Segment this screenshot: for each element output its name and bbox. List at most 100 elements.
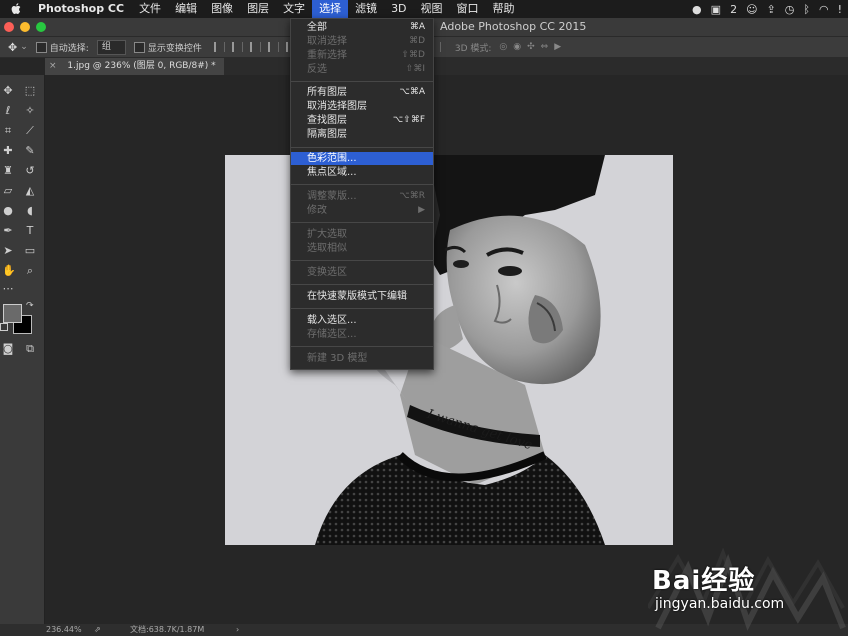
quick-mask-icon[interactable]: ◙	[2, 343, 14, 355]
type-tool-icon[interactable]: T	[24, 225, 36, 237]
menu-item-shortcut: ⌥⌘R	[399, 191, 425, 201]
menu-item-label: 修改	[307, 205, 327, 216]
wifi-icon[interactable]: ◠	[819, 3, 829, 16]
menu-item-quick-mask[interactable]: 在快速蒙版模式下编辑	[291, 290, 433, 303]
menu-filter[interactable]: 滤镜	[348, 0, 384, 18]
more-icon[interactable]: !	[838, 3, 842, 16]
close-window-button[interactable]	[4, 22, 14, 32]
menu-layer[interactable]: 图层	[240, 0, 276, 18]
3d-rotate-icon[interactable]: ◎	[499, 42, 507, 52]
align-left-icon[interactable]	[267, 42, 279, 52]
clone-stamp-tool-icon[interactable]: ♜	[2, 165, 14, 177]
move-tool-icon[interactable]: ✥	[2, 85, 14, 97]
healing-brush-tool-icon[interactable]: ✚	[2, 145, 14, 157]
menu-item-deselect-layers[interactable]: 取消选择图层	[291, 100, 433, 113]
menu-item-label: 在快速蒙版模式下编辑	[307, 291, 407, 302]
menu-item-label: 扩大选取	[307, 229, 347, 240]
menu-type[interactable]: 文字	[276, 0, 312, 18]
menu-file[interactable]: 文件	[132, 0, 168, 18]
more-tools-icon[interactable]: ⋯	[2, 283, 14, 295]
paint-bucket-tool-icon[interactable]: ◭	[24, 185, 36, 197]
lasso-tool-icon[interactable]: ℓ	[2, 105, 14, 117]
menu-view[interactable]: 视图	[414, 0, 450, 18]
menu-select[interactable]: 选择	[312, 0, 349, 18]
magic-wand-tool-icon[interactable]: ✧	[24, 105, 36, 117]
menu-item-refine-mask[interactable]: 调整蒙版... ⌥⌘R	[291, 190, 433, 203]
menu-item-label: 调整蒙版...	[307, 191, 357, 202]
time-machine-icon[interactable]: ◷	[785, 3, 795, 16]
auto-select-dropdown[interactable]: 组	[96, 39, 126, 55]
path-selection-tool-icon[interactable]: ➤	[2, 245, 14, 257]
menu-item-modify[interactable]: 修改 ▶	[291, 204, 433, 217]
move-tool-preset[interactable]: ✥ ⌄	[8, 41, 28, 54]
close-tab-icon[interactable]: ×	[49, 61, 57, 71]
menu-window[interactable]: 窗口	[450, 0, 486, 18]
bluetooth-icon[interactable]: ᛒ	[803, 3, 810, 16]
menu-item-save-selection[interactable]: 存储选区...	[291, 328, 433, 341]
rectangle-tool-icon[interactable]: ▭	[24, 245, 36, 257]
menu-item-inverse[interactable]: 反选 ⇧⌘I	[291, 63, 433, 76]
foreground-color-swatch[interactable]	[3, 304, 22, 323]
menu-separator	[291, 346, 433, 347]
3d-camera-icon[interactable]: ▶	[554, 42, 561, 52]
menu-help[interactable]: 帮助	[486, 0, 522, 18]
status-arrow-icon[interactable]: ›	[236, 624, 239, 636]
minimize-window-button[interactable]	[20, 22, 30, 32]
upload-icon[interactable]: ⇪	[767, 3, 776, 16]
show-transform-checkbox[interactable]	[133, 41, 145, 53]
pen-tool-icon[interactable]: ✒	[2, 225, 14, 237]
apple-icon[interactable]	[8, 2, 24, 16]
menu-item-all[interactable]: 全部 ⌘A	[291, 21, 433, 34]
menu-item-isolate-layers[interactable]: 隔离图层	[291, 128, 433, 141]
menu-item-color-range[interactable]: 色彩范围...	[291, 152, 433, 165]
zoom-tool-icon[interactable]: ⌕	[24, 265, 36, 277]
notification-count: 2	[730, 2, 738, 16]
auto-select-value[interactable]: 组	[96, 39, 126, 55]
menu-item-grow[interactable]: 扩大选取	[291, 228, 433, 241]
menu-item-focus-area[interactable]: 焦点区域...	[291, 166, 433, 179]
wechat-icon[interactable]: ●	[692, 3, 702, 16]
crop-tool-icon[interactable]: ⌗	[2, 125, 14, 137]
hand-tool-icon[interactable]: ✋	[2, 265, 16, 277]
screen-mode-icon[interactable]: ⧉	[24, 343, 36, 355]
history-brush-tool-icon[interactable]: ↺	[24, 165, 36, 177]
align-vcenter-icon[interactable]	[231, 42, 243, 52]
document-tab[interactable]: × 1.jpg @ 236% (图层 0, RGB/8#) *	[45, 58, 224, 75]
menu-item-new-3d-model[interactable]: 新建 3D 模型	[291, 352, 433, 365]
menu-item-deselect[interactable]: 取消选择 ⌘D	[291, 35, 433, 48]
zoom-level[interactable]: 236.44%	[46, 624, 82, 636]
menu-item-all-layers[interactable]: 所有图层 ⌥⌘A	[291, 86, 433, 99]
menu-3d[interactable]: 3D	[384, 0, 413, 18]
align-bottom-icon[interactable]	[249, 42, 261, 52]
3d-slide-icon[interactable]: ⇔	[541, 42, 549, 52]
user-icon[interactable]: ☺	[746, 3, 757, 16]
3d-pan-icon[interactable]: ✣	[527, 42, 535, 52]
export-icon[interactable]: ⇗	[94, 624, 101, 636]
menu-image[interactable]: 图像	[204, 0, 240, 18]
menu-app-photoshop[interactable]: Photoshop CC	[30, 0, 132, 18]
menu-edit[interactable]: 编辑	[168, 0, 204, 18]
menu-item-reselect[interactable]: 重新选择 ⇧⌘D	[291, 49, 433, 62]
3d-roll-icon[interactable]: ◉	[513, 42, 521, 52]
blur-tool-icon[interactable]: ●	[2, 205, 14, 217]
menu-item-label: 取消选择图层	[307, 101, 367, 112]
marquee-tool-icon[interactable]: ⬚	[24, 85, 36, 97]
zoom-window-button[interactable]	[36, 22, 46, 32]
brush-tool-icon[interactable]: ✎	[24, 145, 36, 157]
show-transform-option[interactable]: 显示变换控件	[133, 41, 202, 54]
notification-badge-icon[interactable]: ▣	[711, 3, 721, 16]
eyedropper-tool-icon[interactable]: ⟋	[24, 125, 36, 137]
chevron-down-icon: ⌄	[20, 42, 28, 52]
swap-colors-icon[interactable]: ↷	[26, 301, 34, 311]
menu-separator	[291, 308, 433, 309]
auto-select-option[interactable]: 自动选择:	[35, 41, 89, 54]
menu-item-transform-selection[interactable]: 变换选区	[291, 266, 433, 279]
auto-select-checkbox[interactable]	[35, 41, 47, 53]
menu-item-similar[interactable]: 选取相似	[291, 242, 433, 255]
menu-item-find-layers[interactable]: 查找图层 ⌥⇧⌘F	[291, 114, 433, 127]
default-colors-icon[interactable]	[0, 323, 8, 331]
eraser-tool-icon[interactable]: ▱	[2, 185, 14, 197]
align-top-icon[interactable]	[213, 42, 225, 52]
menu-item-load-selection[interactable]: 载入选区...	[291, 314, 433, 327]
dodge-tool-icon[interactable]: ◖	[24, 205, 36, 217]
